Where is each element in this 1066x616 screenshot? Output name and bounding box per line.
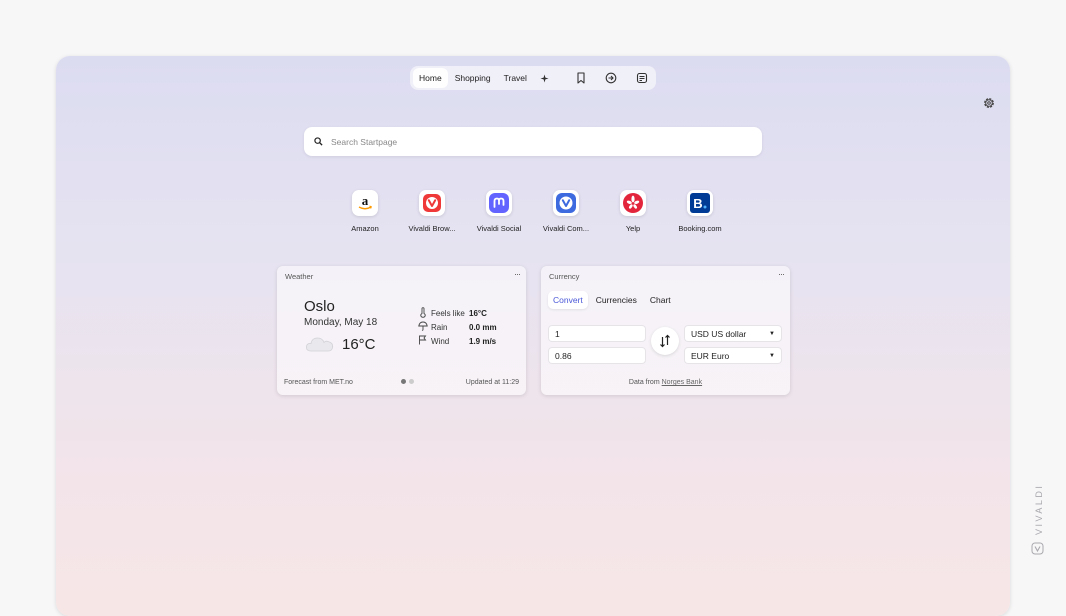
speed-dial-label: Yelp	[625, 224, 641, 233]
speed-dial-label: Booking.com	[678, 224, 722, 233]
currency-source: Data from Norges Bank	[541, 379, 790, 386]
svg-text:a: a	[362, 194, 369, 208]
search-input[interactable]	[329, 135, 733, 148]
tab-shopping[interactable]: Shopping	[449, 68, 497, 88]
vivaldi-community-logo	[553, 190, 579, 216]
speed-dial-label: Vivaldi Social	[476, 224, 522, 233]
weather-widget: Weather ··· Oslo Monday, May 18 16°C Fee…	[277, 266, 526, 395]
caret-down-icon: ▼	[769, 352, 775, 359]
wind-label: Wind	[431, 336, 450, 346]
bookmark-icon[interactable]	[570, 68, 592, 88]
svg-text:B: B	[693, 196, 702, 211]
weather-temperature: 16°C	[342, 336, 376, 353]
more-options-button[interactable]: ···	[778, 269, 785, 279]
pager-dot[interactable]	[409, 379, 414, 384]
caret-down-icon: ▼	[769, 330, 775, 337]
tab-travel[interactable]: Travel	[498, 68, 533, 88]
currency-source-prefix: Data from	[628, 379, 662, 386]
swap-arrows-icon[interactable]	[651, 327, 679, 355]
gear-icon[interactable]	[982, 96, 996, 110]
weather-source: Forecast from MET.no	[284, 379, 353, 386]
vivaldi-logo	[419, 190, 445, 216]
wind-value: 1.9 m/s	[469, 336, 497, 346]
speed-dial-vivaldi-community[interactable]: Vivaldi Com...	[531, 190, 601, 233]
widget-title: Weather	[285, 272, 314, 281]
widget-title: Currency	[549, 272, 580, 281]
widget-pager	[401, 379, 417, 384]
weather-feels-like: Feels like 16°C	[417, 307, 487, 320]
booking-logo: B	[687, 190, 713, 216]
weather-date: Monday, May 18	[304, 317, 378, 328]
currency-from-select[interactable]: USD US dollar ▼	[685, 326, 781, 341]
amount-from-field[interactable]: 1	[549, 326, 645, 341]
currency-to-select[interactable]: EUR Euro ▼	[685, 348, 781, 363]
mastodon-logo	[486, 190, 512, 216]
amount-to-field[interactable]: 0.86	[549, 348, 645, 363]
currency-from-value: USD US dollar	[691, 328, 747, 339]
tab-convert[interactable]: Convert	[548, 291, 588, 309]
history-icon[interactable]	[600, 68, 622, 88]
speed-dial-vivaldi-browser[interactable]: Vivaldi Brow...	[397, 190, 467, 233]
tab-home[interactable]: Home	[413, 68, 448, 88]
thermometer-icon	[417, 307, 428, 320]
flag-icon	[417, 335, 428, 347]
rain-value: 0.0 mm	[469, 322, 497, 332]
speed-dial-amazon[interactable]: a Amazon	[330, 190, 400, 233]
tab-currencies[interactable]: Currencies	[591, 291, 642, 309]
cloud-icon	[305, 334, 335, 359]
speed-dial-label: Vivaldi Brow...	[408, 224, 456, 233]
feels-like-value: 16°C	[469, 309, 487, 318]
weather-rain: Rain 0.0 mm	[417, 321, 497, 333]
vivaldi-wordmark: VIVALDI	[1034, 484, 1044, 535]
speed-dial-label: Vivaldi Com...	[542, 224, 590, 233]
browser-startpage: Home Shopping Travel Search Startpage a …	[56, 56, 1010, 616]
weather-updated: Updated at 11:29	[465, 379, 519, 386]
plus-icon[interactable]	[534, 68, 556, 88]
weather-city: Oslo	[304, 298, 335, 315]
pager-dot-active[interactable]	[401, 379, 406, 384]
more-options-button[interactable]: ···	[514, 269, 521, 279]
yelp-logo	[620, 190, 646, 216]
norges-bank-link[interactable]: Norges Bank	[662, 379, 702, 386]
search-bar[interactable]	[304, 127, 762, 156]
startpage-nav: Home Shopping Travel	[410, 66, 656, 90]
speed-dial-yelp[interactable]: Yelp	[598, 190, 668, 233]
speed-dial-vivaldi-social[interactable]: Vivaldi Social	[464, 190, 534, 233]
currency-widget: Currency ··· Convert Currencies Chart 1 …	[541, 266, 790, 395]
speed-dial-label: Amazon	[351, 224, 379, 233]
tab-chart[interactable]: Chart	[645, 291, 676, 309]
amazon-logo: a	[352, 190, 378, 216]
umbrella-icon	[417, 321, 428, 333]
currency-to-value: EUR Euro	[691, 350, 730, 361]
currency-tabs: Convert Currencies Chart	[548, 291, 679, 309]
notes-icon[interactable]	[631, 68, 653, 88]
search-icon	[314, 133, 323, 151]
feels-like-label: Feels like	[431, 309, 465, 318]
speed-dial-booking[interactable]: B Booking.com	[665, 190, 735, 233]
vivaldi-watermark: VIVALDI	[1028, 480, 1048, 560]
rain-label: Rain	[431, 322, 448, 332]
weather-wind: Wind 1.9 m/s	[417, 335, 496, 347]
